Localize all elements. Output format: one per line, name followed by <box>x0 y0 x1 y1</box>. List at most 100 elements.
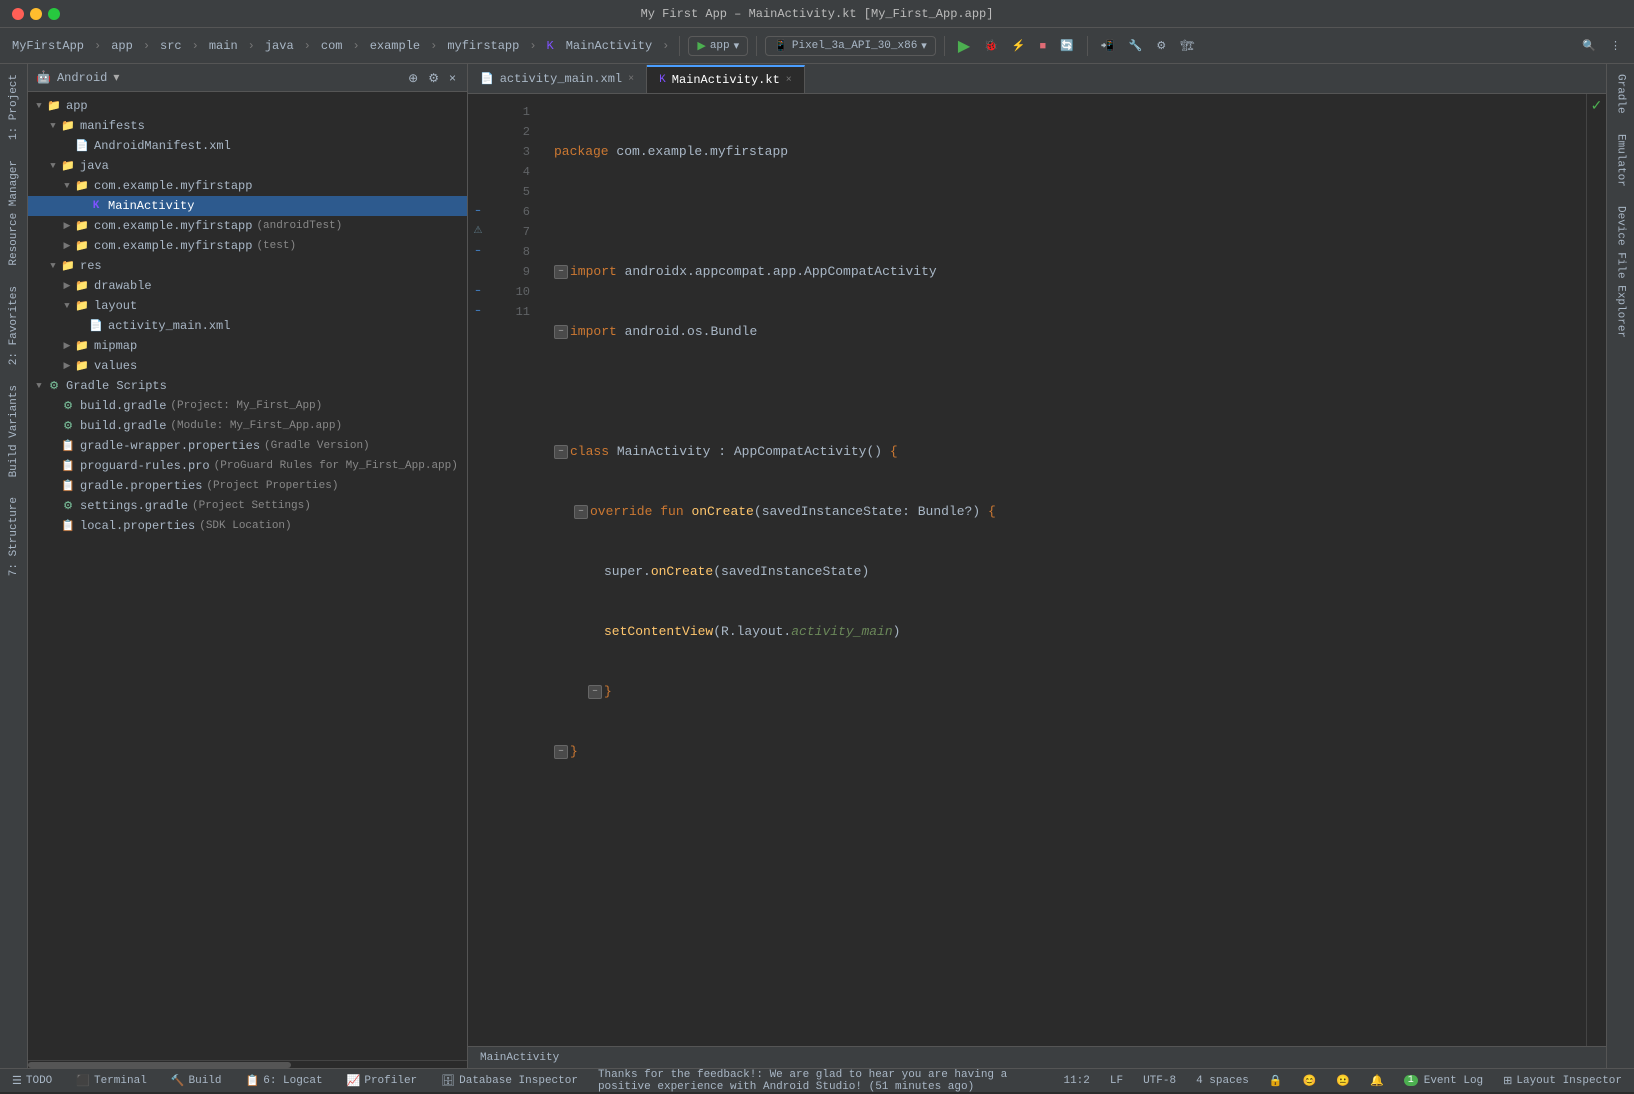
sidebar-tab-project[interactable]: 1: Project <box>2 64 26 150</box>
tree-item-build-gradle-project[interactable]: ▶ ⚙ build.gradle (Project: My_First_App) <box>28 396 467 416</box>
status-todo[interactable]: ☰ TODO <box>8 1071 56 1091</box>
status-line-ending[interactable]: LF <box>1106 1071 1127 1091</box>
status-encoding[interactable]: UTF-8 <box>1139 1071 1180 1091</box>
tree-label-androidtest: com.example.myfirstapp <box>94 219 252 233</box>
run-button[interactable]: ▶ <box>953 33 975 59</box>
code-content[interactable]: package com.example.myfirstapp –import a… <box>538 94 1586 1046</box>
breadcrumb-java[interactable]: java <box>261 37 298 55</box>
sidebar-tab-favorites[interactable]: 2: Favorites <box>2 276 26 375</box>
tree-item-build-gradle-module[interactable]: ▶ ⚙ build.gradle (Module: My_First_App.a… <box>28 416 467 436</box>
status-profiler[interactable]: 📈 Profiler <box>343 1071 422 1091</box>
status-database[interactable]: 🗄 Database Inspector <box>437 1071 582 1091</box>
tree-item-package-test[interactable]: ▶ 📁 com.example.myfirstapp (test) <box>28 236 467 256</box>
panel-action-close[interactable]: × <box>446 70 459 86</box>
code-editor[interactable]: – ⚠ – – – 1 2 3 4 5 6 7 8 9 10 11 <box>468 94 1606 1046</box>
file-tree: ▼ 📁 app ▼ 📁 manifests ▶ 📄 AndroidManifes… <box>28 92 467 1060</box>
tree-item-app[interactable]: ▼ 📁 app <box>28 96 467 116</box>
project-structure-button[interactable]: 🏗 <box>1175 36 1199 55</box>
breadcrumb-kotlin-icon: K <box>543 37 558 55</box>
status-event-log[interactable]: 1 Event Log <box>1400 1071 1487 1091</box>
database-icon: 🗄 <box>441 1074 455 1088</box>
tree-item-androidmanifest[interactable]: ▶ 📄 AndroidManifest.xml <box>28 136 467 156</box>
tree-item-gradle-scripts[interactable]: ▼ ⚙ Gradle Scripts <box>28 376 467 396</box>
app-config-dropdown[interactable]: ▶ app ▾ <box>688 36 748 56</box>
maximize-button[interactable] <box>48 8 60 20</box>
status-build[interactable]: 🔨 Build <box>167 1071 226 1091</box>
settings-toolbar-button[interactable]: ⋮ <box>1605 36 1626 55</box>
tree-item-res[interactable]: ▼ 📁 res <box>28 256 467 276</box>
panel-action-add[interactable]: ⊕ <box>405 70 421 86</box>
status-layout-inspector[interactable]: ⊞ Layout Inspector <box>1499 1071 1626 1091</box>
close-button[interactable] <box>12 8 24 20</box>
sync-button[interactable]: 🔄 <box>1055 36 1079 55</box>
status-indent[interactable]: 4 spaces <box>1192 1071 1253 1091</box>
fold-icon-11[interactable]: – <box>554 745 568 759</box>
status-terminal[interactable]: ⬛ Terminal <box>72 1071 151 1091</box>
status-notifications[interactable]: 🔔 <box>1366 1071 1388 1091</box>
brace-close-10: } <box>604 682 612 702</box>
breadcrumb-mainactivity[interactable]: MainActivity <box>562 37 656 55</box>
tree-item-package-main[interactable]: ▼ 📁 com.example.myfirstapp <box>28 176 467 196</box>
project-dropdown-icon[interactable]: ▾ <box>113 70 119 85</box>
device-dropdown[interactable]: 📱 Pixel_3a_API_30_x86 ▾ <box>765 36 936 56</box>
tree-item-proguard[interactable]: ▶ 📋 proguard-rules.pro (ProGuard Rules f… <box>28 456 467 476</box>
tree-item-activity-main-xml[interactable]: ▶ 📄 activity_main.xml <box>28 316 467 336</box>
debug-button[interactable]: 🐞 <box>979 36 1003 55</box>
s7b <box>684 502 692 522</box>
scroll-thumb-h[interactable] <box>28 1062 291 1068</box>
tree-item-manifests[interactable]: ▼ 📁 manifests <box>28 116 467 136</box>
main-area: 1: Project Resource Manager 2: Favorites… <box>0 64 1634 1068</box>
settings-button[interactable]: ⚙ <box>1151 36 1171 55</box>
breadcrumb-app[interactable]: app <box>107 37 137 55</box>
tab-close-mainactivity[interactable]: × <box>786 75 792 86</box>
fold-icon-7[interactable]: – <box>574 505 588 519</box>
tree-item-gradle-properties[interactable]: ▶ 📋 gradle.properties (Project Propertie… <box>28 476 467 496</box>
tab-mainactivity-kt[interactable]: K MainActivity.kt × <box>647 65 805 93</box>
breadcrumb-com[interactable]: com <box>317 37 347 55</box>
right-tab-emulator[interactable]: Emulator <box>1609 124 1633 197</box>
tree-item-mainactivity[interactable]: ▶ K MainActivity <box>28 196 467 216</box>
breadcrumb-main[interactable]: main <box>205 37 242 55</box>
panel-action-gear[interactable]: ⚙ <box>425 70 442 86</box>
breadcrumb-src[interactable]: src <box>156 37 186 55</box>
tree-label-mainactivity: MainActivity <box>108 199 194 213</box>
fold-icon-3[interactable]: – <box>554 265 568 279</box>
main-toolbar: MyFirstApp › app › src › main › java › c… <box>0 28 1634 64</box>
tree-item-mipmap[interactable]: ▶ 📁 mipmap <box>28 336 467 356</box>
folder-icon-layout: 📁 <box>74 298 90 314</box>
sdk-manager-button[interactable]: 🔧 <box>1124 36 1148 55</box>
tree-item-java[interactable]: ▼ 📁 java <box>28 156 467 176</box>
tree-item-drawable[interactable]: ▶ 📁 drawable <box>28 276 467 296</box>
editor-scrollbar[interactable]: ✓ <box>1586 94 1606 1046</box>
right-tab-device-explorer[interactable]: Device File Explorer <box>1609 196 1633 348</box>
breadcrumb-myfirstapp2[interactable]: myfirstapp <box>443 37 523 55</box>
search-everywhere-button[interactable]: 🔍 <box>1577 36 1601 55</box>
line-num-2: 2 <box>504 122 530 142</box>
breadcrumb-example[interactable]: example <box>366 37 424 55</box>
avd-manager-button[interactable]: 📲 <box>1096 36 1120 55</box>
tree-item-gradle-wrapper[interactable]: ▶ 📋 gradle-wrapper.properties (Gradle Ve… <box>28 436 467 456</box>
terminal-label: Terminal <box>94 1075 147 1087</box>
tree-item-settings-gradle[interactable]: ▶ ⚙ settings.gradle (Project Settings) <box>28 496 467 516</box>
tree-item-values[interactable]: ▶ 📁 values <box>28 356 467 376</box>
stop-button[interactable]: ■ <box>1035 37 1052 55</box>
fold-icon-4[interactable]: – <box>554 325 568 339</box>
minimize-button[interactable] <box>30 8 42 20</box>
tree-item-layout[interactable]: ▼ 📁 layout <box>28 296 467 316</box>
tree-item-package-androidtest[interactable]: ▶ 📁 com.example.myfirstapp (androidTest) <box>28 216 467 236</box>
sidebar-tab-resource[interactable]: Resource Manager <box>2 150 26 276</box>
profile-button[interactable]: ⚡ <box>1007 36 1031 55</box>
tab-close-activity-main[interactable]: × <box>628 74 634 85</box>
sidebar-tab-structure[interactable]: 7: Structure <box>2 487 26 586</box>
breadcrumb-myfirstapp[interactable]: MyFirstApp <box>8 37 88 55</box>
tree-item-local-properties[interactable]: ▶ 📋 local.properties (SDK Location) <box>28 516 467 536</box>
status-cursor[interactable]: 11:2 <box>1059 1071 1093 1091</box>
status-logcat[interactable]: 📋 6: Logcat <box>242 1071 327 1091</box>
sidebar-tab-build-variants[interactable]: Build Variants <box>2 375 26 487</box>
right-tab-gradle[interactable]: Gradle <box>1609 64 1633 124</box>
fold-icon-10[interactable]: – <box>588 685 602 699</box>
traffic-lights[interactable] <box>12 8 60 20</box>
horizontal-scrollbar[interactable] <box>28 1060 467 1068</box>
fold-icon-6[interactable]: – <box>554 445 568 459</box>
tab-activity-main-xml[interactable]: 📄 activity_main.xml × <box>468 65 647 93</box>
